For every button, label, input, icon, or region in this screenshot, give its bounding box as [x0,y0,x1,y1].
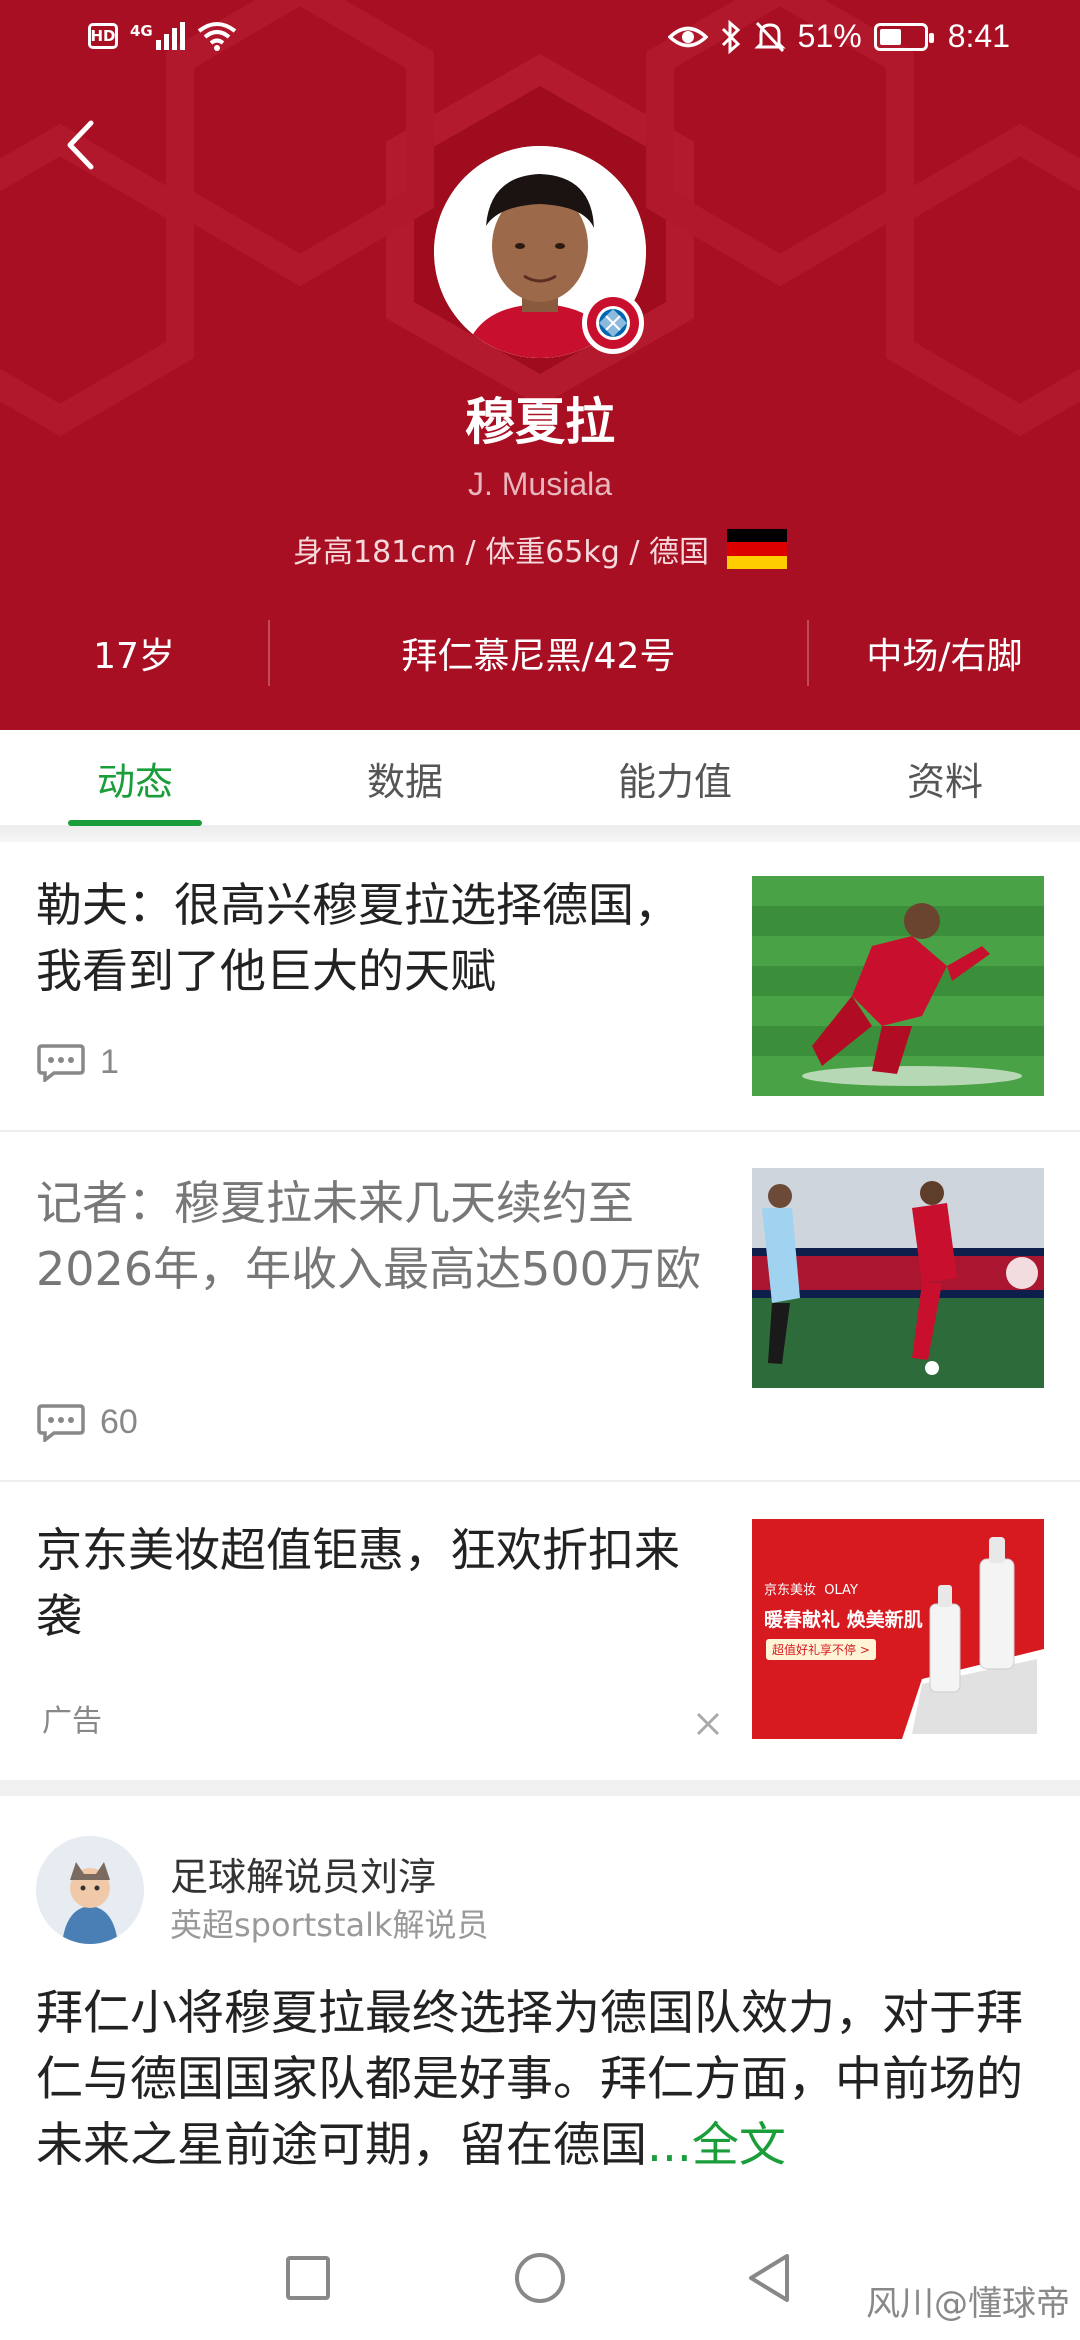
germany-flag-icon [726,529,787,569]
ad-cta: 超值好礼享不停 > [766,1639,876,1660]
author-avatar[interactable] [36,1836,144,1944]
network-type: 4G [130,22,153,40]
ad-label: 广告 [42,1704,102,1739]
tab-news[interactable]: 动态 [0,730,270,826]
tab-data[interactable]: 数据 [270,730,540,826]
player-age: 17岁 [93,636,175,677]
tab-ability[interactable]: 能力值 [540,730,810,826]
back-button[interactable] [50,110,110,180]
signal-icon: 4G [130,22,185,50]
news-item[interactable]: 勒夫：很高兴穆夏拉选择德国，我看到了他巨大的天赋 1 [0,842,1080,1132]
close-icon [696,1712,720,1736]
player-body-info: 身高181cm / 体重65kg / 德国 [0,527,1080,571]
post-text: 拜仁小将穆夏拉最终选择为德国队效力，对于拜仁与德国国家队都是好事。拜仁方面，中前… [36,1986,1023,2173]
chevron-left-icon [67,120,94,170]
ad-item[interactable]: 京东美妆超值钜惠，狂欢折扣来袭 广告 京东美妆 OLAY 暖春献礼 焕美新肌 超… [0,1482,1080,1780]
ad-image[interactable]: 京东美妆 OLAY 暖春献礼 焕美新肌 超值好礼享不停 > [752,1519,1044,1739]
wifi-icon [197,22,236,51]
comment-number: 60 [100,1402,138,1441]
triangle-back-icon [749,2254,789,2302]
tab-profile[interactable]: 资料 [810,730,1080,826]
bluetooth-icon [721,19,740,54]
hd-icon: HD [88,23,118,49]
home-button[interactable] [500,2246,580,2310]
status-bar: HD 4G 51% 8:41 [0,0,1080,80]
news-title[interactable]: 勒夫：很高兴穆夏拉选择德国，我看到了他巨大的天赋 [36,872,706,1004]
player-position: 中场/右脚 [866,636,1023,677]
comment-count: 1 [36,1042,119,1082]
battery-level [879,28,901,45]
comment-number: 1 [100,1042,119,1081]
close-ad-button[interactable] [688,1704,728,1744]
bayern-logo-icon [582,292,644,354]
comment-count: 60 [36,1402,138,1442]
mute-icon [754,21,786,52]
player-english-name: J. Musiala [467,466,613,502]
player-team[interactable]: 拜仁慕尼黑/42号 [268,620,809,686]
watermark: 风川@懂球帝 [866,2284,1070,2324]
news-thumbnail[interactable] [752,876,1044,1096]
back-nav-button[interactable] [728,2246,808,2310]
height-weight-nation: 身高181cm / 体重65kg / 德国 [293,535,709,570]
expert-post[interactable]: 足球解说员刘淳 英超sportstalk解说员 拜仁小将穆夏拉最终选择为德国队效… [0,1796,1080,2216]
battery-icon [873,22,934,51]
comment-icon [37,1044,85,1082]
comment-icon [37,1404,85,1442]
battery-percent: 51% [797,18,862,54]
circle-icon [515,2253,565,2303]
player-name: 穆夏拉 [465,393,615,451]
post-author[interactable]: 足球解说员刘淳 [170,1846,436,1901]
clock: 8:41 [947,18,1010,54]
news-thumbnail[interactable] [752,1168,1044,1388]
tab-divider [0,826,1080,842]
news-item[interactable]: 记者：穆夏拉未来几天续约至2026年，年收入最高达500万欧 60 [0,1132,1080,1482]
post-author-title: 英超sportstalk解说员 [170,1906,489,1944]
ad-title[interactable]: 京东美妆超值钜惠，狂欢折扣来袭 [36,1517,706,1649]
square-icon [286,2256,330,2300]
tab-bar: 动态 数据 能力值 资料 [0,730,1080,826]
recent-apps-button[interactable] [268,2246,348,2310]
ad-brand: 京东美妆 OLAY [764,1583,858,1598]
player-stats-row: 17岁 拜仁慕尼黑/42号 中场/右脚 [0,620,1080,686]
ad-headline: 暖春献礼 焕美新肌 [764,1609,923,1631]
eye-icon [667,26,708,47]
player-header: HD 4G 51% 8:41 穆夏拉 J. Musiala 身高181cm / … [0,0,1080,730]
read-more-link[interactable]: ...全文 [647,2118,786,2173]
section-divider [0,1780,1080,1796]
post-body[interactable]: 拜仁小将穆夏拉最终选择为德国队效力，对于拜仁与德国国家队都是好事。拜仁方面，中前… [36,1981,1051,2179]
news-title[interactable]: 记者：穆夏拉未来几天续约至2026年，年收入最高达500万欧 [36,1170,706,1302]
